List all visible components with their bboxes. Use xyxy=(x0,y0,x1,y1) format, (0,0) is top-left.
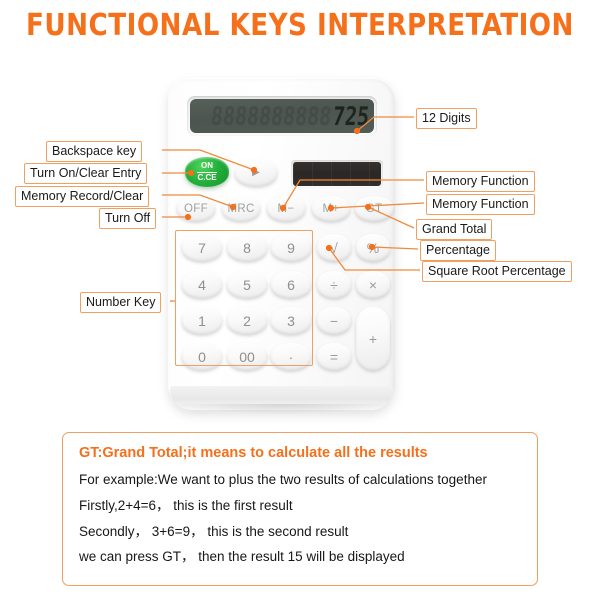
infographic-root: FUNCTIONAL KEYS INTERPRETATION 888888888… xyxy=(0,0,600,600)
percent-key-label: % xyxy=(366,239,380,256)
off-key-label: OFF xyxy=(184,202,208,215)
divide-key[interactable]: ÷ xyxy=(317,271,351,298)
memory-minus-key-label: M− xyxy=(277,202,295,215)
multiply-key[interactable]: × xyxy=(356,271,390,298)
equals-key[interactable]: = xyxy=(317,343,351,370)
annotation-turn-off: Turn Off xyxy=(99,208,157,229)
annotation-backspace-key: Backspace key xyxy=(46,141,143,162)
solar-panel-frame xyxy=(291,160,383,188)
annotation-percentage: Percentage xyxy=(420,240,496,261)
mrc-key[interactable]: MRC xyxy=(222,196,260,221)
minus-key-label: − xyxy=(329,312,339,329)
lcd-display: 8888888888 725 xyxy=(190,99,374,133)
annotation-square-root-percentage: Square Root Percentage xyxy=(422,261,572,282)
lcd-live-digits: 725 xyxy=(331,100,371,132)
plus-key-label: + xyxy=(368,330,378,347)
power-key-line1: ON xyxy=(201,161,213,171)
off-key[interactable]: OFF xyxy=(177,196,215,221)
annotation-memory-function-m-plus: Memory Function xyxy=(426,194,535,215)
memory-plus-key[interactable]: M+ xyxy=(312,196,350,221)
power-on-clear-entry-key[interactable]: ON C.CE xyxy=(185,157,229,187)
multiply-key-label: × xyxy=(368,276,378,293)
annotation-number-key: Number Key xyxy=(80,292,162,313)
memory-plus-key-label: M+ xyxy=(322,202,340,215)
lcd-display-frame: 8888888888 725 xyxy=(187,96,377,136)
annotation-12-digits: 12 Digits xyxy=(416,108,477,129)
memory-minus-key[interactable]: M− xyxy=(267,196,305,221)
divide-key-label: ÷ xyxy=(330,276,338,293)
annotation-memory-record-clear: Memory Record/Clear xyxy=(15,186,150,207)
calculator-drop-shadow xyxy=(176,404,388,414)
mrc-key-label: MRC xyxy=(227,202,255,215)
equals-key-label: = xyxy=(329,348,339,365)
gt-explanation-box: GT:Grand Total;it means to calculate all… xyxy=(62,432,538,586)
gt-explanation-line-1: For example:We want to plus the two resu… xyxy=(79,471,487,487)
annotation-turn-on-clear-entry: Turn On/Clear Entry xyxy=(24,163,148,184)
gt-explanation-line-3: Secondly， 3+6=9， this is the second resu… xyxy=(79,523,349,539)
gt-explanation-line-4: we can press GT， then the result 15 will… xyxy=(79,549,405,565)
square-root-key[interactable]: √ xyxy=(317,234,351,261)
percent-key[interactable]: % xyxy=(356,234,390,261)
annotation-grand-total: Grand Total xyxy=(416,219,493,240)
square-root-key-label: √ xyxy=(330,239,338,256)
annotation-memory-function-m-minus: Memory Function xyxy=(426,171,535,192)
power-key-line2: C.CE xyxy=(197,172,217,182)
backspace-key[interactable]: ▶ xyxy=(235,159,277,186)
lcd-ghost-digits: 8888888888 xyxy=(209,100,334,132)
play-arrow-icon: ▶ xyxy=(252,167,260,178)
grand-total-key[interactable]: GT xyxy=(355,196,393,221)
page-title: FUNCTIONAL KEYS INTERPRETATION xyxy=(26,8,574,43)
gt-explanation-heading: GT:Grand Total;it means to calculate all… xyxy=(79,445,428,461)
grand-total-key-label: GT xyxy=(365,202,383,215)
gt-explanation-line-2: Firstly,2+4=6， this is the first result xyxy=(79,497,293,513)
plus-key[interactable]: + xyxy=(356,307,390,370)
solar-panel xyxy=(293,162,381,186)
number-keypad-highlight xyxy=(175,230,313,366)
minus-key[interactable]: − xyxy=(317,307,351,334)
